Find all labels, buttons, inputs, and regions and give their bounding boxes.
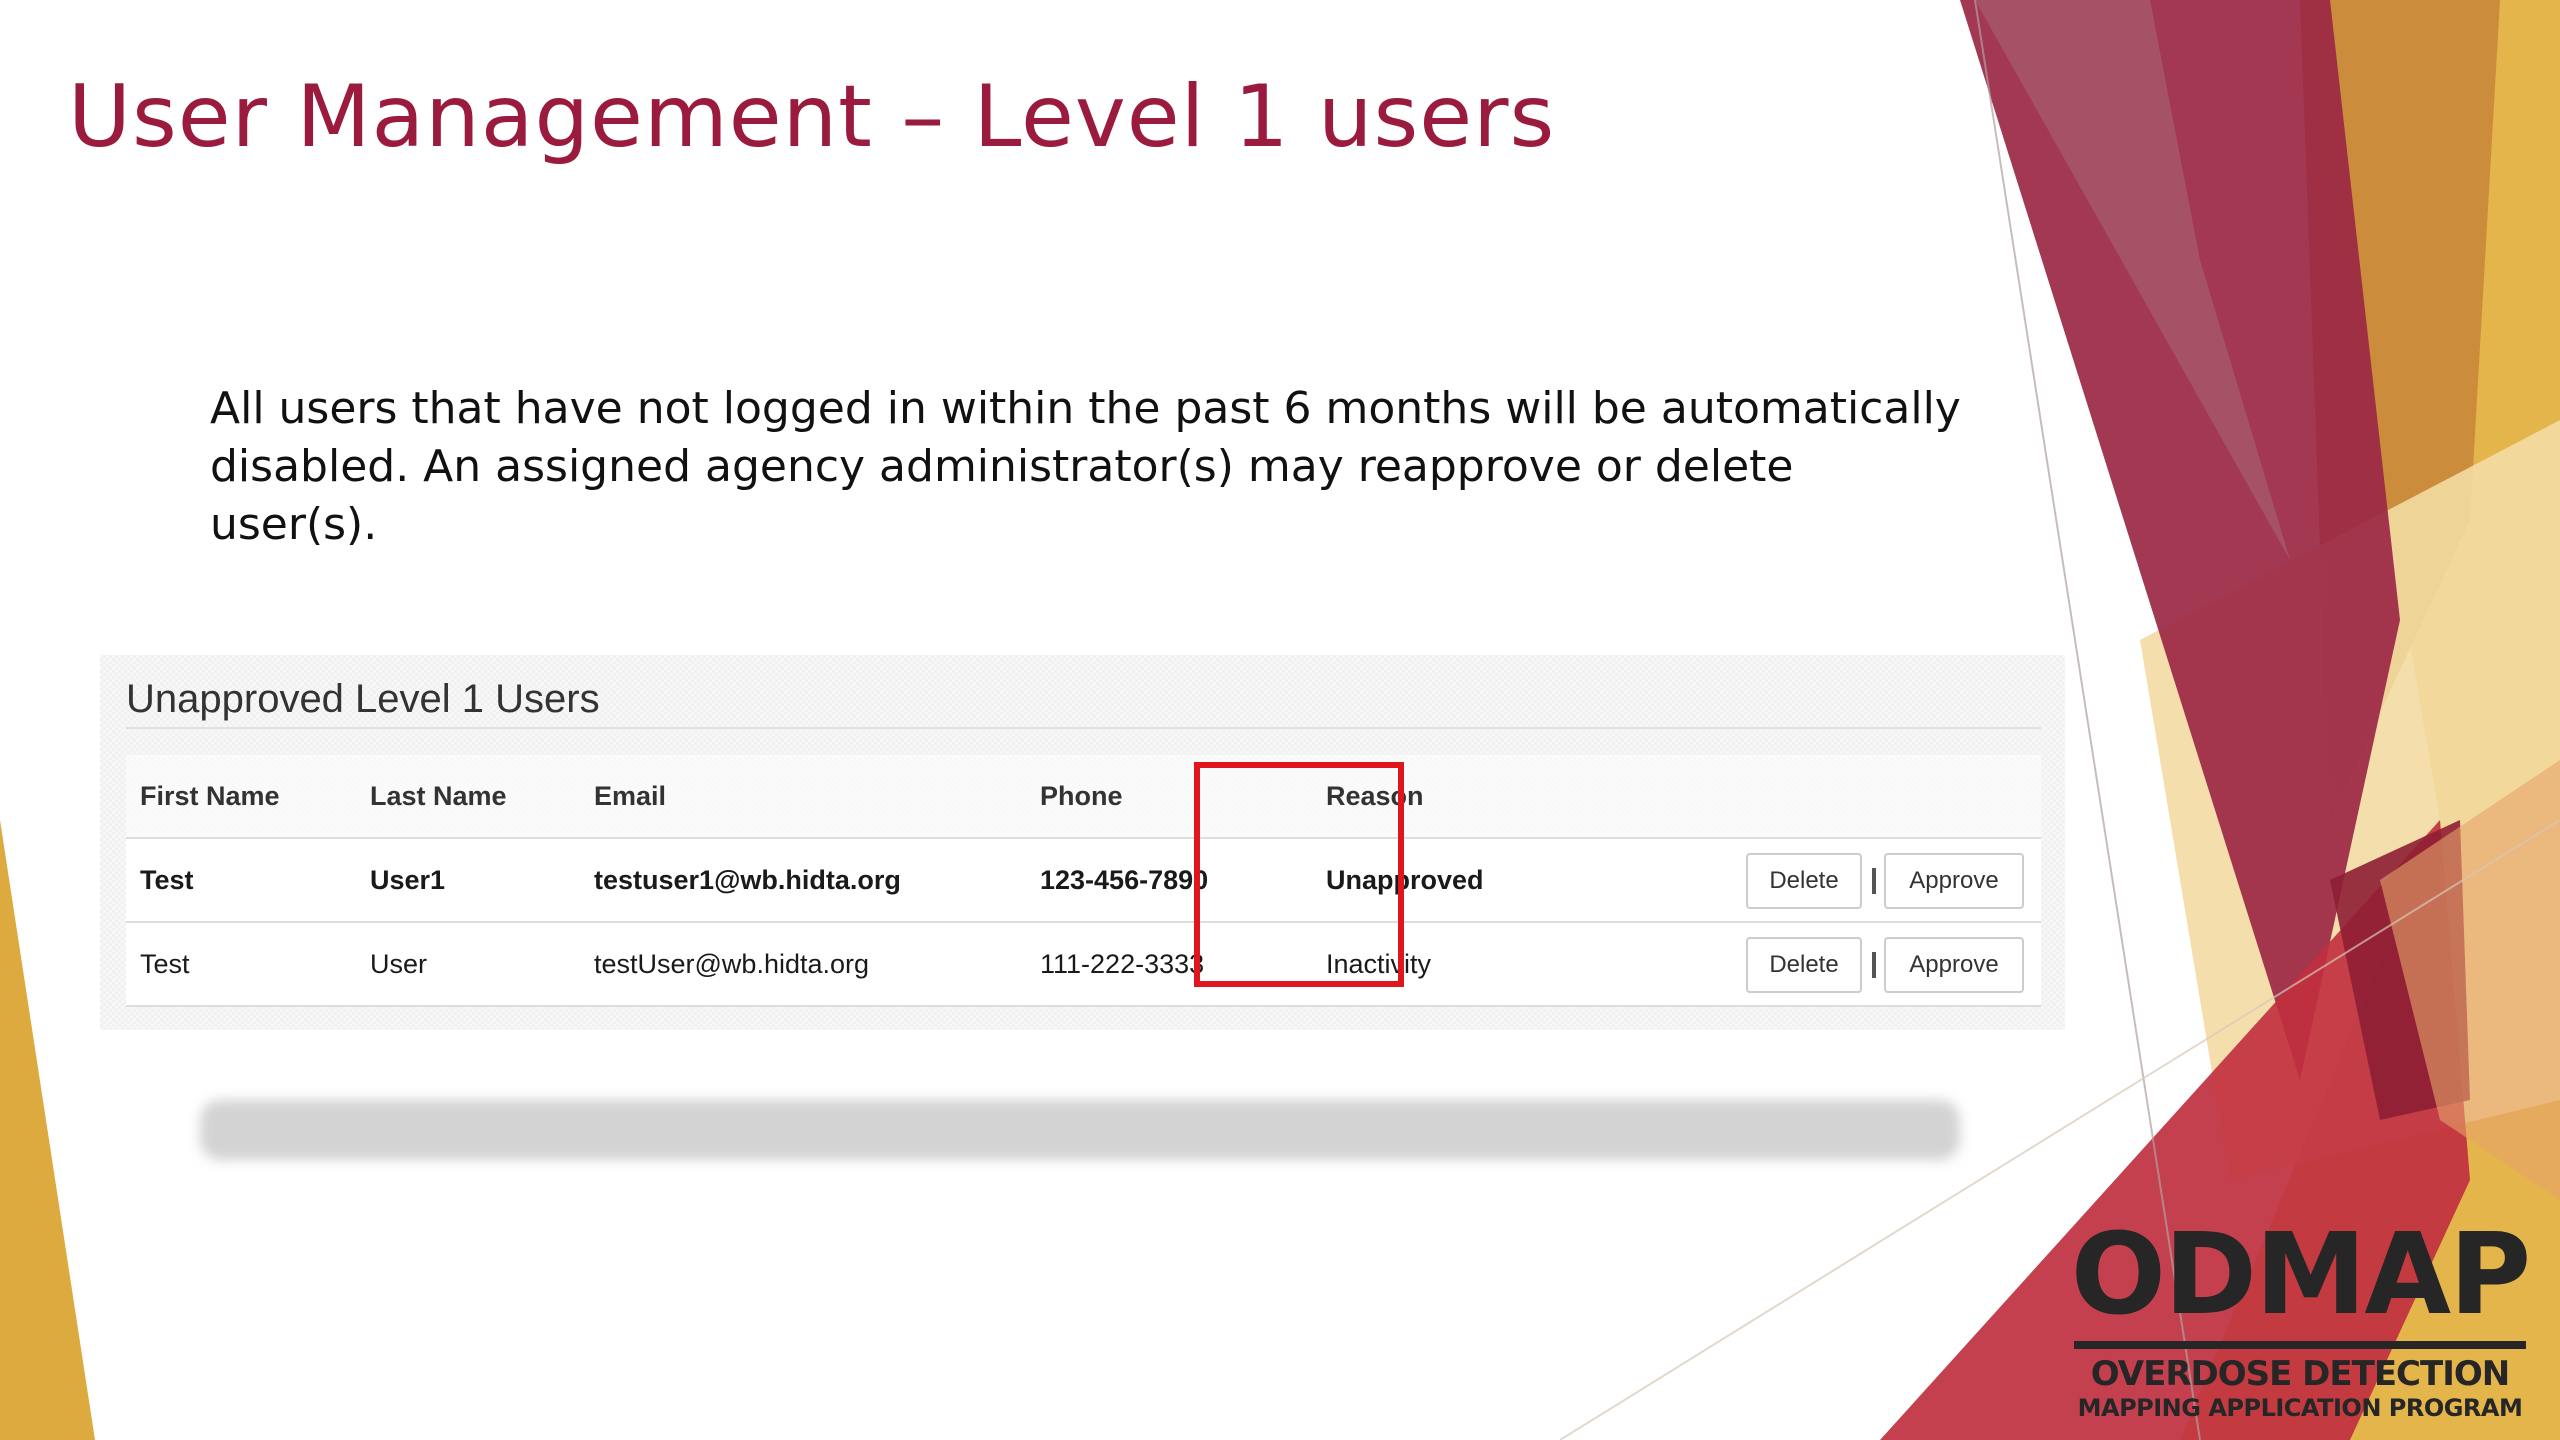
slide-title: User Management – Level 1 users — [68, 67, 1556, 167]
cell-phone: 123-456-7890 — [1040, 865, 1209, 895]
logo-wordmark: ODMAP — [2070, 1210, 2531, 1340]
left-gold-shape — [0, 820, 95, 1440]
panel-divider — [126, 727, 2041, 729]
action-separator — [1872, 868, 1876, 894]
cell-email: testuser1@wb.hidta.org — [594, 865, 901, 895]
table-header-row: First Name Last Name Email Phone Reason — [126, 755, 2041, 839]
cell-first-name: Test — [140, 865, 194, 895]
cell-first-name: Test — [140, 949, 190, 979]
table-row: Test User testUser@wb.hidta.org 111-222-… — [126, 923, 2041, 1007]
cell-reason: Unapproved — [1326, 865, 1484, 895]
header-first-name: First Name — [140, 781, 280, 811]
cell-reason: Inactivity — [1326, 949, 1432, 979]
cell-phone: 111-222-3333 — [1040, 949, 1205, 979]
action-separator — [1872, 952, 1876, 978]
delete-button[interactable]: Delete — [1746, 937, 1862, 993]
logo-tagline-2: MAPPING APPLICATION PROGRAM — [2077, 1394, 2523, 1422]
header-last-name: Last Name — [370, 781, 507, 811]
header-reason: Reason — [1326, 781, 1424, 811]
slide-body-text: All users that have not logged in within… — [210, 383, 1961, 550]
row-actions: Delete Approve — [1746, 853, 2024, 909]
cell-last-name: User1 — [370, 865, 446, 895]
cell-last-name: User — [370, 949, 428, 979]
header-phone: Phone — [1040, 781, 1123, 811]
logo-tagline-1: OVERDOSE DETECTION — [2090, 1354, 2510, 1394]
cell-email: testUser@wb.hidta.org — [594, 949, 870, 979]
unapproved-users-panel: Unapproved Level 1 Users First Name Last… — [100, 655, 2065, 1030]
delete-button[interactable]: Delete — [1746, 853, 1862, 909]
header-email: Email — [594, 781, 667, 811]
odmap-logo: ODMAP OVERDOSE DETECTION MAPPING APPLICA… — [2070, 1210, 2531, 1423]
logo-rule — [2074, 1341, 2526, 1349]
slide: User Management – Level 1 users All user… — [0, 0, 2560, 1440]
panel-title: Unapproved Level 1 Users — [126, 677, 600, 721]
approve-button[interactable]: Approve — [1884, 937, 2024, 993]
blurred-redacted-bar — [200, 1100, 1960, 1160]
table-row: Test User1 testuser1@wb.hidta.org 123-45… — [126, 839, 2041, 923]
row-actions: Delete Approve — [1746, 937, 2024, 993]
approve-button[interactable]: Approve — [1884, 853, 2024, 909]
